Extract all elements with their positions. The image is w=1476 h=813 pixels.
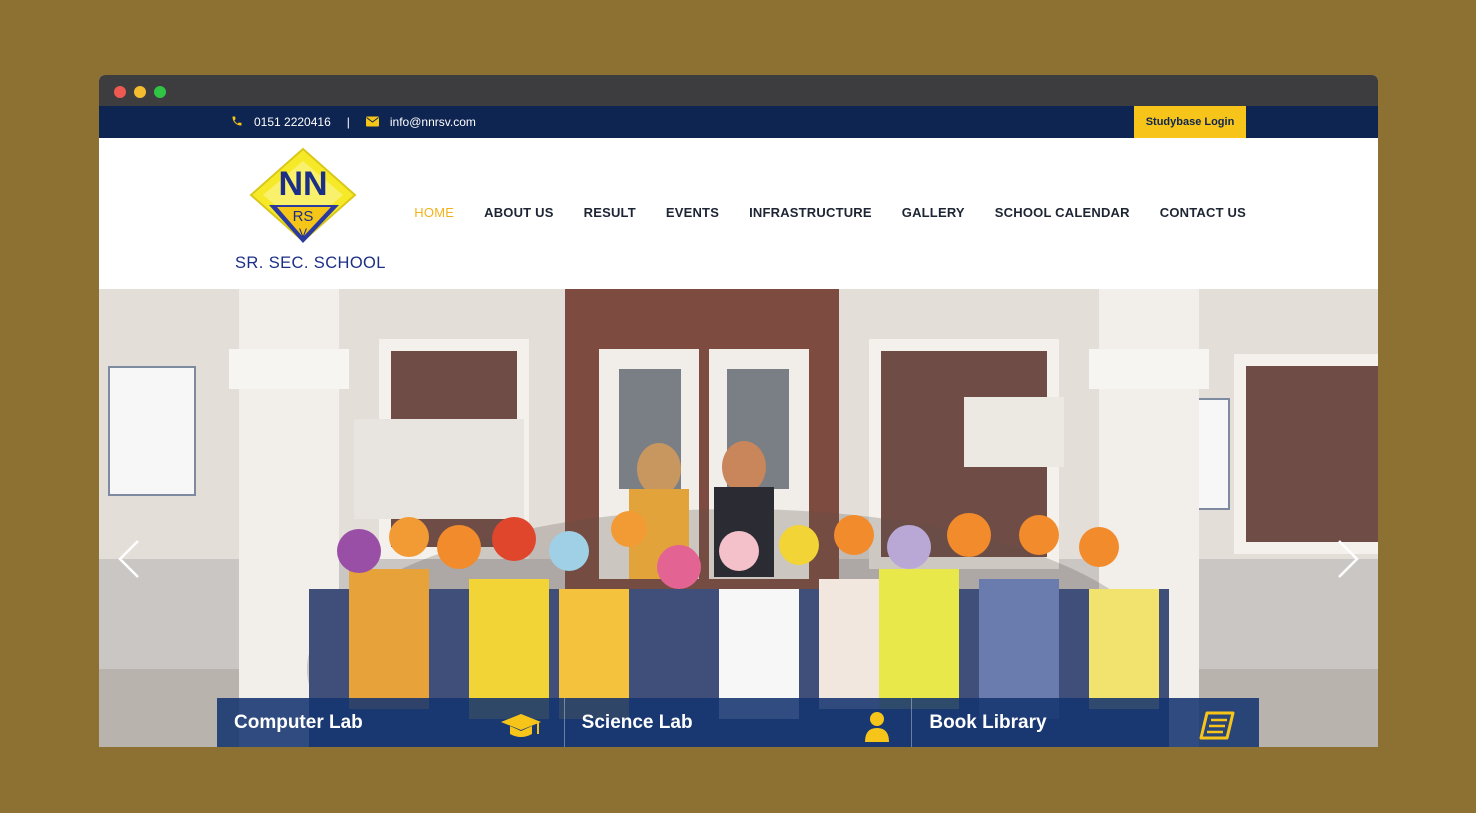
logo-mark-nn: NN (278, 165, 327, 203)
feature-computer-lab[interactable]: Computer Lab (217, 698, 564, 747)
top-contact-bar: 0151 2220416 | info@nnrsv.com Studybase … (99, 106, 1378, 138)
slider-prev-arrow[interactable] (114, 537, 144, 581)
feature-label: Science Lab (581, 711, 693, 733)
window-chrome (99, 75, 1378, 106)
phone-number[interactable]: 0151 2220416 (254, 115, 331, 129)
envelope-icon (366, 115, 380, 130)
logo-mark-rs: RS (293, 208, 314, 225)
nav-about-us[interactable]: ABOUT US (484, 205, 554, 220)
hero-slider: Computer Lab Science Lab Book Library (99, 289, 1378, 747)
nav-contact-us[interactable]: CONTACT US (1160, 205, 1246, 220)
feature-book-library[interactable]: Book Library (911, 698, 1260, 747)
graduation-cap-icon (500, 714, 541, 737)
user-icon (865, 712, 890, 742)
close-window-button[interactable] (114, 86, 126, 98)
slider-next-arrow[interactable] (1333, 537, 1363, 581)
nav-home[interactable]: HOME (414, 205, 454, 220)
phone-icon (230, 115, 244, 130)
nav-result[interactable]: RESULT (584, 205, 636, 220)
maximize-window-button[interactable] (154, 86, 166, 98)
feature-label: Book Library (929, 711, 1047, 733)
feature-science-lab[interactable]: Science Lab (563, 698, 912, 747)
school-name: SR. SEC. SCHOOL (235, 254, 386, 272)
minimize-window-button[interactable] (134, 86, 146, 98)
hero-photo-students (99, 289, 1378, 747)
contact-separator: | (346, 115, 350, 129)
studybase-login-button[interactable]: Studybase Login (1134, 106, 1246, 138)
nav-infrastructure[interactable]: INFRASTRUCTURE (749, 205, 872, 220)
nav-school-calendar[interactable]: SCHOOL CALENDAR (995, 205, 1130, 220)
feature-bar: Computer Lab Science Lab Book Library (217, 698, 1260, 747)
book-icon (1199, 711, 1235, 740)
browser-window: 0151 2220416 | info@nnrsv.com Studybase … (99, 75, 1378, 747)
nav-gallery[interactable]: GALLERY (902, 205, 965, 220)
site-header: NN RS V SR. SEC. SCHOOL HOME ABOUT US RE… (99, 138, 1378, 289)
email-link[interactable]: info@nnrsv.com (390, 115, 476, 129)
feature-label: Computer Lab (234, 711, 363, 733)
nav-events[interactable]: EVENTS (666, 205, 719, 220)
main-navigation: HOME ABOUT US RESULT EVENTS INFRASTRUCTU… (414, 205, 1246, 220)
logo-mark-v: V (299, 226, 307, 240)
